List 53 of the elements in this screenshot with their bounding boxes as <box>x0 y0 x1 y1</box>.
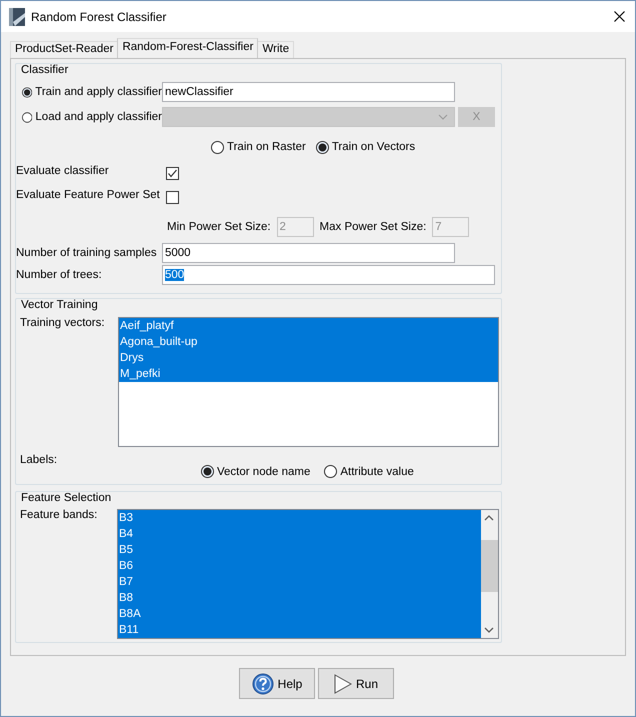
group-title: Classifier <box>21 63 70 78</box>
list-item[interactable]: B7 <box>118 574 481 590</box>
checkbox[interactable] <box>166 166 179 180</box>
run-button[interactable]: Run <box>318 668 394 699</box>
field-label: Number of trees: <box>16 269 103 281</box>
list-item[interactable]: Agona_built-up <box>119 334 498 350</box>
text-field[interactable]: 5000 <box>162 243 455 263</box>
window-title: Random Forest Classifier <box>31 10 166 24</box>
close-icon[interactable] <box>614 11 625 22</box>
field-label: Number of training samples <box>16 247 158 259</box>
chevron-down-icon <box>438 114 448 120</box>
radio-button[interactable] <box>316 140 329 154</box>
tab[interactable]: ProductSet-Reader <box>10 41 118 58</box>
play-icon <box>334 674 352 694</box>
text-field[interactable]: 500 <box>162 265 495 285</box>
list-label: Training vectors: <box>20 317 106 329</box>
list-item[interactable]: B5 <box>118 542 481 558</box>
scroll-thumb[interactable] <box>481 540 498 592</box>
radio-label: Vector node name <box>217 466 310 478</box>
group-title: Vector Training <box>21 298 99 313</box>
tab[interactable]: Write <box>257 41 294 58</box>
help-button[interactable]: Help <box>239 668 315 699</box>
text-field[interactable]: newClassifier <box>162 82 455 102</box>
radio-label: Load and apply classifier <box>35 111 162 123</box>
list-item[interactable]: B11 <box>118 622 481 638</box>
radio-button[interactable] <box>324 465 338 478</box>
radio-label: Train and apply classifier <box>35 86 162 98</box>
list-item[interactable]: B8 <box>118 590 481 606</box>
field-label: Labels: <box>20 454 58 468</box>
group-title: Feature Selection <box>21 491 112 506</box>
list-item[interactable]: B8A <box>118 606 481 622</box>
app-icon <box>9 8 25 26</box>
list-item[interactable]: B6 <box>118 558 481 574</box>
scrollbar[interactable] <box>481 510 498 638</box>
list-item[interactable]: B3 <box>118 510 481 526</box>
help-icon <box>252 672 274 694</box>
radio-button[interactable] <box>211 140 224 154</box>
radio-label: Train on Vectors <box>332 141 416 153</box>
field-label: Max Power Set Size: <box>320 221 426 233</box>
checkbox[interactable] <box>166 190 179 204</box>
list-item[interactable]: Drys <box>119 350 498 366</box>
tab[interactable]: Random-Forest-Classifier <box>117 38 258 58</box>
list-item[interactable]: Aeif_platyf <box>119 318 498 334</box>
radio-label: Attribute value <box>340 466 414 478</box>
list-item[interactable]: B4 <box>118 526 481 542</box>
checkbox-label: Evaluate Feature Power Set <box>16 189 161 201</box>
checkbox-label: Evaluate classifier <box>16 165 110 177</box>
radio-button[interactable] <box>201 465 214 478</box>
radio-label: Train on Raster <box>227 141 306 153</box>
field-label: Min Power Set Size: <box>167 221 271 233</box>
list-item[interactable]: M_pefki <box>119 366 498 382</box>
radio-button[interactable] <box>22 86 32 98</box>
list-label: Feature bands: <box>20 509 98 521</box>
